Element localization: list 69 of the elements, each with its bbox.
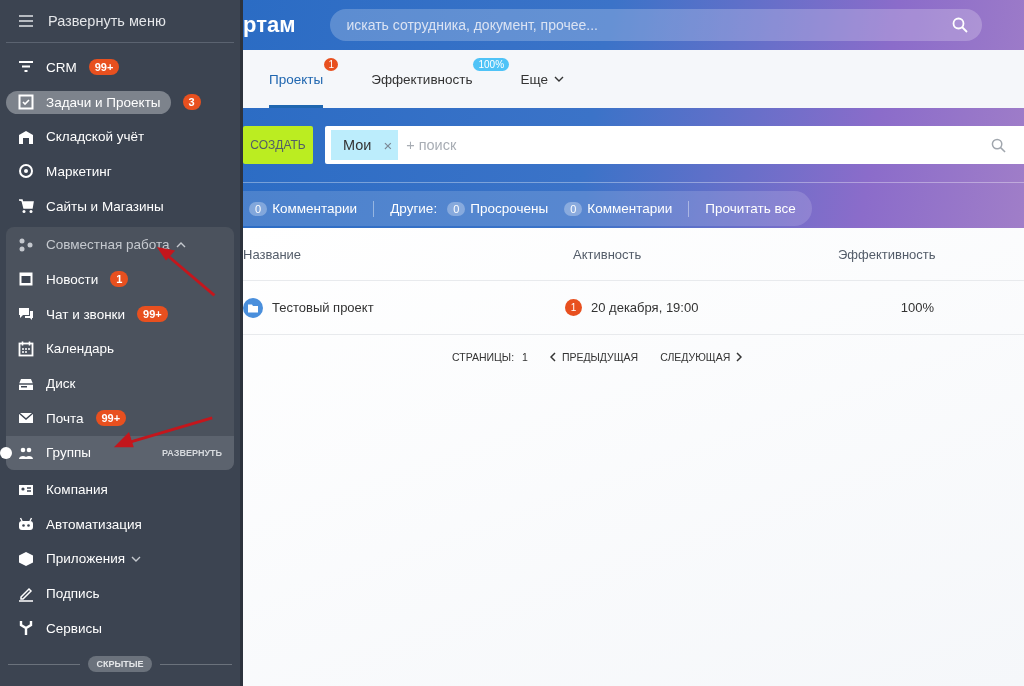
column-header[interactable]: Название: [243, 247, 573, 262]
create-button[interactable]: СОЗДАТЬ: [243, 126, 313, 164]
calendar-icon: [18, 340, 34, 357]
menu-item[interactable]: Диск: [6, 366, 234, 401]
menu-item[interactable]: CRM 99+: [6, 50, 234, 85]
pages-label: СТРАНИЦЫ:: [452, 351, 515, 363]
menu-item[interactable]: Сервисы: [6, 611, 234, 646]
menu-icon: [18, 13, 34, 29]
page-number[interactable]: 1: [522, 351, 528, 363]
menu-item[interactable]: Сайты и Магазины: [6, 188, 234, 224]
tab[interactable]: Еще: [520, 50, 564, 108]
menu-item[interactable]: Складской учёт: [6, 119, 234, 155]
tab-badge: 100%: [473, 58, 510, 71]
pen-icon: [18, 585, 34, 602]
column-header[interactable]: Активность: [573, 247, 838, 262]
counter-badge: 3: [182, 94, 201, 111]
counter-badge: 1: [565, 299, 582, 316]
tab[interactable]: Эффективность: [371, 50, 473, 108]
search-icon[interactable]: [952, 17, 969, 33]
menu-item[interactable]: Группы РАЗВЕРНУТЬ: [6, 435, 234, 471]
menu-item[interactable]: Почта 99+: [6, 400, 234, 436]
menu-item[interactable]: Календарь: [6, 331, 234, 367]
counter-badge: 99+: [137, 306, 168, 323]
counter-group-label: Другие:: [390, 201, 438, 216]
menu-item[interactable]: Новости 1: [6, 262, 234, 297]
dots-icon: [18, 236, 34, 253]
menu-item[interactable]: Автоматизация: [6, 506, 234, 542]
tab-badge: 1: [324, 58, 339, 71]
chevron-right-icon: [736, 352, 743, 362]
add-icon[interactable]: [0, 446, 12, 459]
menu-item[interactable]: Маркетинг: [6, 154, 234, 189]
cart-icon: [18, 198, 34, 215]
menu-item[interactable]: Задачи и Проекты 3: [6, 84, 234, 120]
project-link[interactable]: Тестовый проект: [272, 300, 374, 315]
counter-filter[interactable]: 0 Просрочены: [447, 201, 549, 216]
menu-item[interactable]: Приложения: [6, 541, 234, 577]
hidden-section-label[interactable]: СКРЫТЫЕ: [88, 656, 152, 672]
expand-link[interactable]: РАЗВЕРНУТЬ: [162, 447, 222, 458]
table-cell-text: 100%: [899, 300, 935, 315]
tab[interactable]: Проекты: [269, 50, 324, 108]
newspaper-icon: [18, 271, 34, 288]
folder-icon: [243, 297, 263, 318]
search-icon[interactable]: [991, 137, 1006, 153]
counter-badge: 99+: [95, 410, 127, 427]
activity-date: 20 декабря, 19:00: [591, 300, 699, 315]
chevron-icon: [175, 241, 186, 248]
column-header[interactable]: Эффективность: [838, 247, 1024, 262]
next-link[interactable]: СЛЕДУЮЩАЯ: [660, 351, 743, 363]
search-field[interactable]: искать сотрудника, документ, прочее...: [330, 9, 983, 41]
filter-field[interactable]: Мои × + поиск: [325, 126, 1024, 164]
counter-badge: 1: [110, 271, 129, 288]
building-icon: [18, 128, 34, 145]
previous-link[interactable]: ПРЕДЫДУЩАЯ: [549, 351, 639, 363]
target-icon: [18, 163, 34, 180]
counter-badge: 99+: [88, 59, 120, 76]
page-title: ртам: [243, 12, 296, 38]
cube-icon: [18, 550, 34, 567]
menu-item[interactable]: Чат и звонки 99+: [6, 296, 234, 332]
menu-item[interactable]: Подпись: [6, 576, 234, 611]
chevron-icon: [131, 555, 141, 562]
menu-toggle[interactable]: Развернуть меню: [6, 0, 234, 43]
counter-filter[interactable]: 0 Комментарии: [564, 201, 673, 216]
robot-icon: [18, 516, 34, 533]
chevron-left-icon: [549, 352, 556, 362]
checkbox-icon: [18, 94, 34, 111]
search-input[interactable]: искать сотрудника, документ, прочее...: [344, 16, 953, 34]
menu-item[interactable]: Компания: [6, 472, 234, 507]
counter-filter[interactable]: 0 Комментарии: [249, 201, 358, 216]
filter-chip[interactable]: Мои ×: [331, 130, 399, 160]
